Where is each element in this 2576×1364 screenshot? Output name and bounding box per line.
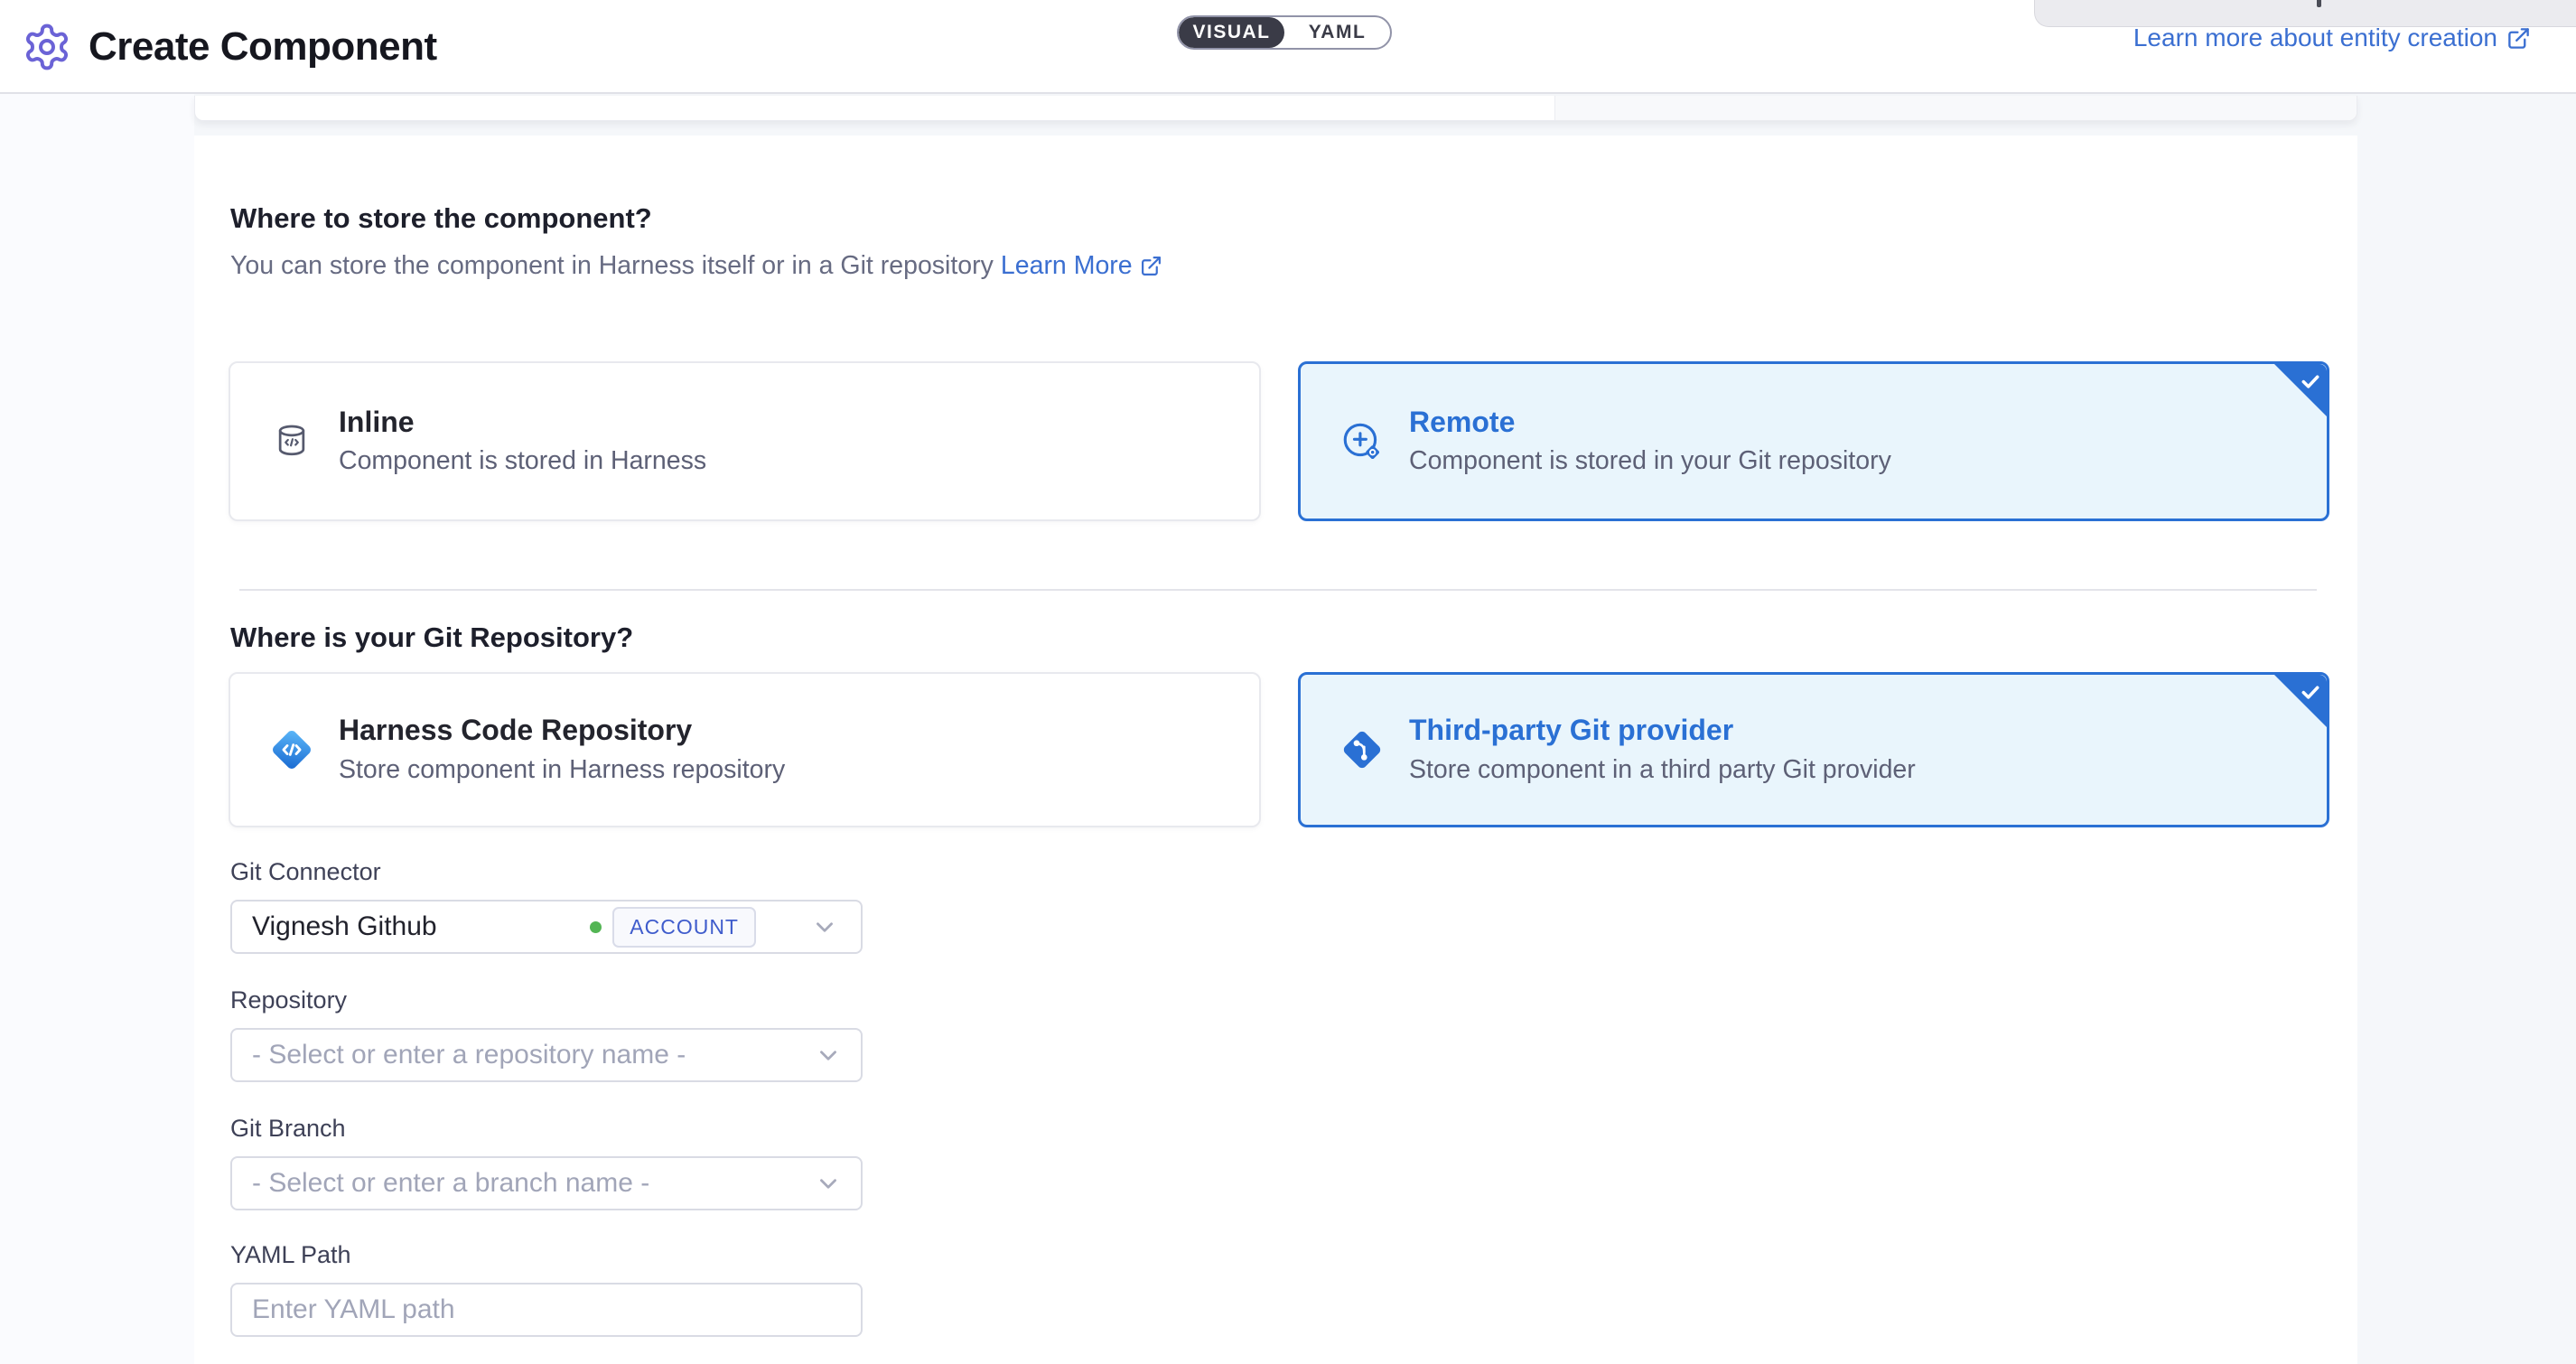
harness-code-icon: [268, 726, 315, 773]
repository-group: Repository: [230, 986, 863, 1082]
yaml-path-label: YAML Path: [230, 1241, 863, 1269]
selected-check-badge: [2274, 364, 2327, 416]
check-icon: [2299, 680, 2322, 704]
selected-check-badge: [2274, 675, 2327, 727]
git-branch-label: Git Branch: [230, 1115, 863, 1143]
storage-section-description: You can store the component in Harness i…: [230, 251, 1162, 281]
third-party-git-icon: [1339, 726, 1386, 773]
card-subtitle: Store component in a third party Git pro…: [1409, 755, 1916, 785]
card-title: Harness Code Repository: [339, 715, 785, 746]
help-link-label: Learn more about entity creation: [2133, 23, 2497, 52]
git-option-third-party[interactable]: Third-party Git provider Store component…: [1298, 672, 2329, 827]
yaml-path-group: YAML Path: [230, 1241, 863, 1337]
visual-yaml-toggle: VISUAL YAML: [1177, 15, 1392, 50]
tab-yaml[interactable]: YAML: [1284, 17, 1390, 48]
remote-icon: [1339, 418, 1386, 465]
left-gutter: [0, 94, 194, 1364]
storage-section-heading: Where to store the component?: [230, 202, 652, 235]
external-link-icon: [1140, 255, 1162, 277]
check-icon: [2299, 369, 2322, 393]
storage-option-remote[interactable]: Remote Component is stored in your Git r…: [1298, 361, 2329, 521]
gear-icon: [22, 22, 72, 72]
scrolled-card-bottom-right-pane: [1554, 96, 2357, 120]
learn-more-label: Learn More: [1001, 251, 1133, 281]
chevron-down-icon[interactable]: [816, 1042, 841, 1068]
section-divider: [239, 589, 2317, 591]
card-title: Inline: [339, 406, 706, 438]
storage-description-text: You can store the component in Harness i…: [230, 251, 994, 281]
popup-remnant-mark: [2317, 0, 2321, 7]
git-section-heading: Where is your Git Repository?: [230, 621, 633, 654]
git-branch-group: Git Branch: [230, 1115, 863, 1210]
git-connector-label: Git Connector: [230, 858, 863, 886]
repository-input[interactable]: [230, 1028, 863, 1082]
scrolled-card-bottom: [194, 96, 2357, 121]
connector-status-dot: [590, 921, 602, 933]
learn-more-link[interactable]: Learn More: [1001, 251, 1162, 281]
card-subtitle: Store component in Harness repository: [339, 755, 785, 785]
git-connector-value: Vignesh Github: [252, 911, 437, 942]
scope-badge: ACCOUNT: [612, 907, 756, 948]
card-subtitle: Component is stored in your Git reposito…: [1409, 446, 1891, 476]
card-title: Remote: [1409, 406, 1891, 438]
learn-more-entity-creation-link[interactable]: Learn more about entity creation: [2133, 23, 2531, 52]
external-link-icon: [2506, 26, 2531, 51]
git-connector-group: Git Connector Vignesh Github ACCOUNT: [230, 858, 863, 954]
card-title: Third-party Git provider: [1409, 715, 1916, 746]
git-branch-input[interactable]: [230, 1156, 863, 1210]
card-subtitle: Component is stored in Harness: [339, 446, 706, 476]
popup-remnant: [2034, 0, 2576, 27]
storage-option-inline[interactable]: Inline Component is stored in Harness: [229, 361, 1261, 521]
repository-label: Repository: [230, 986, 863, 1014]
chevron-down-icon[interactable]: [812, 914, 837, 939]
git-option-harness-code[interactable]: Harness Code Repository Store component …: [229, 672, 1261, 827]
form-panel: Where to store the component? You can st…: [194, 135, 2357, 1364]
git-connector-select[interactable]: Vignesh Github ACCOUNT: [230, 900, 863, 954]
page-title: Create Component: [89, 0, 437, 94]
database-icon: [268, 418, 315, 465]
tab-visual[interactable]: VISUAL: [1179, 17, 1284, 48]
yaml-path-input[interactable]: [230, 1283, 863, 1337]
create-component-page: Create Component VISUAL YAML Learn more …: [0, 0, 2576, 1364]
chevron-down-icon[interactable]: [816, 1171, 841, 1196]
